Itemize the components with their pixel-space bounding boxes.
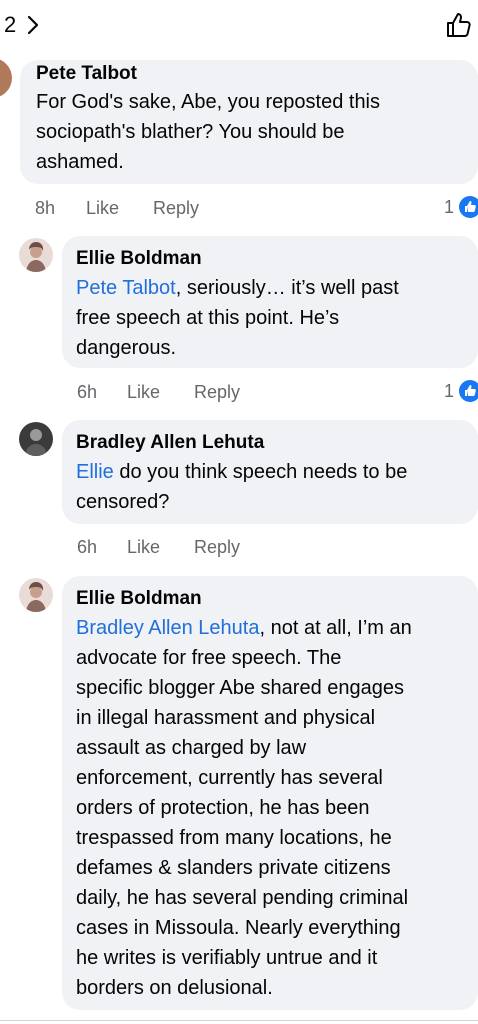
comment-line: assault as charged by law [76, 737, 307, 759]
divider [0, 1020, 478, 1021]
comment-line: sociopath's blather? You should be [36, 121, 345, 143]
thumbs-up-outline-icon[interactable] [444, 10, 474, 40]
comment-text: Ellie do you think speech needs to be ce… [76, 457, 476, 517]
comment-line: censored? [76, 491, 170, 513]
chevron-right-icon[interactable] [26, 14, 40, 36]
avatar[interactable] [19, 578, 53, 612]
comment-line: advocate for free speech. The [76, 647, 342, 669]
like-button[interactable]: Like [127, 381, 160, 403]
comment-line: daily, he has several pending criminal [76, 887, 409, 909]
comment-author[interactable]: Ellie Boldman [76, 588, 202, 610]
comment-author[interactable]: Bradley Allen Lehuta [76, 432, 264, 454]
mention-link[interactable]: Ellie [76, 461, 114, 483]
comment-line: ashamed. [36, 151, 124, 173]
comment-line: enforcement, currently has several [76, 767, 383, 789]
comment-text: Bradley Allen Lehuta, not at all, I’m an… [76, 613, 476, 1003]
thread-header: 2 [0, 8, 478, 48]
comment-line: in illegal harassment and physical [76, 707, 376, 729]
comment-author[interactable]: Ellie Boldman [76, 248, 202, 270]
avatar[interactable] [0, 58, 12, 98]
like-reaction-icon [459, 196, 478, 218]
comment-line: For God's sake, Abe, you reposted this [36, 91, 381, 113]
reply-button[interactable]: Reply [194, 381, 240, 403]
comment-line: free speech at this point. He’s [76, 307, 340, 329]
comment-line: borders on delusional. [76, 977, 273, 999]
avatar[interactable] [19, 238, 53, 272]
reaction-count[interactable]: 1 [444, 380, 454, 402]
like-button[interactable]: Like [127, 536, 160, 558]
comment-line: trespassed from many locations, he [76, 827, 392, 849]
reply-button[interactable]: Reply [194, 536, 240, 558]
comment-time[interactable]: 6h [77, 536, 97, 558]
mention-link[interactable]: Bradley Allen Lehuta [76, 617, 259, 639]
comment-line: , not at all, I’m an [259, 617, 412, 639]
like-reaction-icon [459, 380, 478, 402]
avatar[interactable] [19, 422, 53, 456]
reaction-count[interactable]: 1 [444, 196, 454, 218]
previous-count[interactable]: 2 [4, 12, 16, 38]
comment-line: do you think speech needs to be [113, 461, 408, 483]
comment-line: he writes is verifiably untrue and it [76, 947, 378, 969]
reply-button[interactable]: Reply [153, 197, 199, 219]
comment-line: orders of protection, he has been [76, 797, 370, 819]
comment-thread: 2 Pete Talbot For God's sake, Abe, you r… [0, 0, 478, 1024]
comment-line: defames & slanders private citizens [76, 857, 391, 879]
comment-author[interactable]: Pete Talbot [36, 63, 137, 85]
comment-text: Pete Talbot, seriously… it’s well past f… [76, 273, 476, 363]
like-button[interactable]: Like [86, 197, 119, 219]
comment-line: dangerous. [76, 337, 177, 359]
comment-time[interactable]: 6h [77, 381, 97, 403]
comment-line: specific blogger Abe shared engages [76, 677, 405, 699]
comment-time[interactable]: 8h [35, 197, 55, 219]
comment-line: , seriously… it’s well past [175, 277, 399, 299]
comment-line: cases in Missoula. Nearly everything [76, 917, 401, 939]
mention-link[interactable]: Pete Talbot [76, 277, 176, 299]
comment-text: For God's sake, Abe, you reposted this s… [36, 87, 476, 177]
